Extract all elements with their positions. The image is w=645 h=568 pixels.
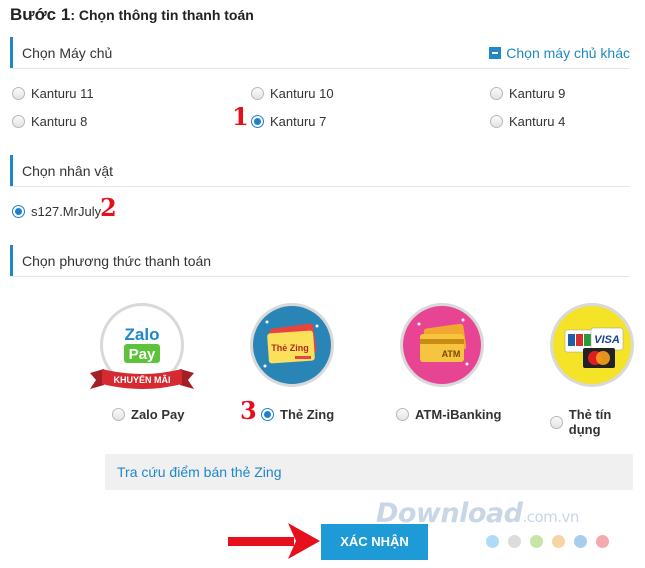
zing-card-icon[interactable]: Thẻ Zing <box>250 303 334 387</box>
radio-button[interactable] <box>12 115 25 128</box>
payment-option-label: Thẻ Zing <box>280 407 335 422</box>
annotation-marker-1: 1 <box>232 102 249 131</box>
confirm-button[interactable]: XÁC NHẬN <box>321 524 428 560</box>
server-option-kanturu-7[interactable]: Kanturu 7 <box>251 114 326 129</box>
other-server-link[interactable]: Chọn máy chủ khác <box>489 45 630 61</box>
payment-option-zing-card[interactable]: Thẻ Zing <box>261 407 334 422</box>
server-section-header: Chọn Máy chủ Chọn máy chủ khác <box>10 37 630 69</box>
payment-option-zalopay[interactable]: Zalo Pay <box>112 407 184 422</box>
server-option-label: Kanturu 9 <box>509 86 566 101</box>
server-option-label: Kanturu 10 <box>270 86 334 101</box>
radio-button[interactable] <box>490 115 503 128</box>
server-option-label: Kanturu 11 <box>31 86 94 101</box>
credit-card-icon[interactable]: VISA <box>550 303 634 387</box>
radio-button[interactable] <box>490 87 503 100</box>
server-option-kanturu-4[interactable]: Kanturu 4 <box>490 114 565 129</box>
payment-option-label: Zalo Pay <box>131 407 185 422</box>
watermark-dot <box>574 535 587 548</box>
character-section-label: Chọn nhân vật <box>22 163 114 179</box>
radio-button[interactable] <box>112 408 125 421</box>
radio-button[interactable] <box>12 87 25 100</box>
radio-button-checked[interactable] <box>261 408 274 421</box>
watermark-suffix: .com.vn <box>522 508 579 526</box>
payment-option-atm-ibanking[interactable]: ATM-iBanking <box>396 407 501 422</box>
radio-button[interactable] <box>396 408 409 421</box>
watermark-dot <box>596 535 609 548</box>
server-option-kanturu-10[interactable]: Kanturu 10 <box>251 86 334 101</box>
character-option-s127-mrjuly[interactable]: s127.MrJuly <box>12 204 101 219</box>
watermark-dot <box>552 535 565 548</box>
server-option-label: Kanturu 8 <box>31 114 88 129</box>
payment-section-header: Chọn phương thức thanh toán <box>10 245 630 277</box>
character-option-label: s127.MrJuly <box>31 204 102 219</box>
watermark-dot <box>486 535 499 548</box>
payment-option-label: Thẻ tín dụng <box>568 407 612 437</box>
lookup-box: Tra cứu điểm bán thẻ Zing <box>105 454 633 490</box>
atm-card-icon[interactable]: ATM <box>400 303 484 387</box>
radio-button-checked[interactable] <box>12 205 25 218</box>
character-section-header: Chọn nhân vật <box>10 155 630 187</box>
server-option-kanturu-11[interactable]: Kanturu 11 <box>12 86 94 101</box>
server-option-label: Kanturu 7 <box>270 114 327 129</box>
promo-ribbon-icon: KHUYẾN MÃI <box>90 369 194 389</box>
watermark-dot <box>530 535 543 548</box>
lookup-link[interactable]: Tra cứu điểm bán thẻ Zing <box>117 464 282 480</box>
atm-card-text: ATM <box>442 349 461 359</box>
radio-button[interactable] <box>251 87 264 100</box>
server-option-label: Kanturu 4 <box>509 114 566 129</box>
server-section-label: Chọn Máy chủ <box>22 45 113 61</box>
annotation-marker-2: 2 <box>100 193 117 222</box>
zalopay-logo-text-zalo: Zalo <box>125 325 160 344</box>
payment-option-label: ATM-iBanking <box>415 407 502 422</box>
server-option-kanturu-9[interactable]: Kanturu 9 <box>490 86 565 101</box>
zing-card-graphic: Thẻ Zing <box>263 320 319 368</box>
step-prefix: Bước 1 <box>10 5 71 24</box>
annotation-marker-3: 3 <box>240 396 257 425</box>
payment-section-label: Chọn phương thức thanh toán <box>22 253 212 269</box>
payment-option-credit-card[interactable]: Thẻ tín dụng <box>550 407 645 437</box>
zalopay-logo-text-pay: Pay <box>129 346 156 363</box>
step-title-text: : Chọn thông tin thanh toán <box>70 7 254 23</box>
radio-button[interactable] <box>550 415 563 429</box>
red-arrow-icon <box>228 523 320 559</box>
zing-card-text: Thẻ Zing <box>271 343 309 353</box>
watermark-dot <box>508 535 521 548</box>
server-option-kanturu-8[interactable]: Kanturu 8 <box>12 114 87 129</box>
watermark-dots <box>486 535 609 548</box>
step-title: Bước 1: Chọn thông tin thanh toán <box>10 5 254 25</box>
other-server-label: Chọn máy chủ khác <box>506 45 630 61</box>
collapse-icon <box>489 47 502 59</box>
credit-card-graphic: VISA <box>564 327 624 368</box>
visa-card-text: VISA <box>594 334 620 346</box>
radio-button-checked[interactable] <box>251 115 264 128</box>
atm-card-graphic: ATM <box>417 318 469 366</box>
promo-ribbon-text: KHUYẾN MÃI <box>113 375 170 385</box>
